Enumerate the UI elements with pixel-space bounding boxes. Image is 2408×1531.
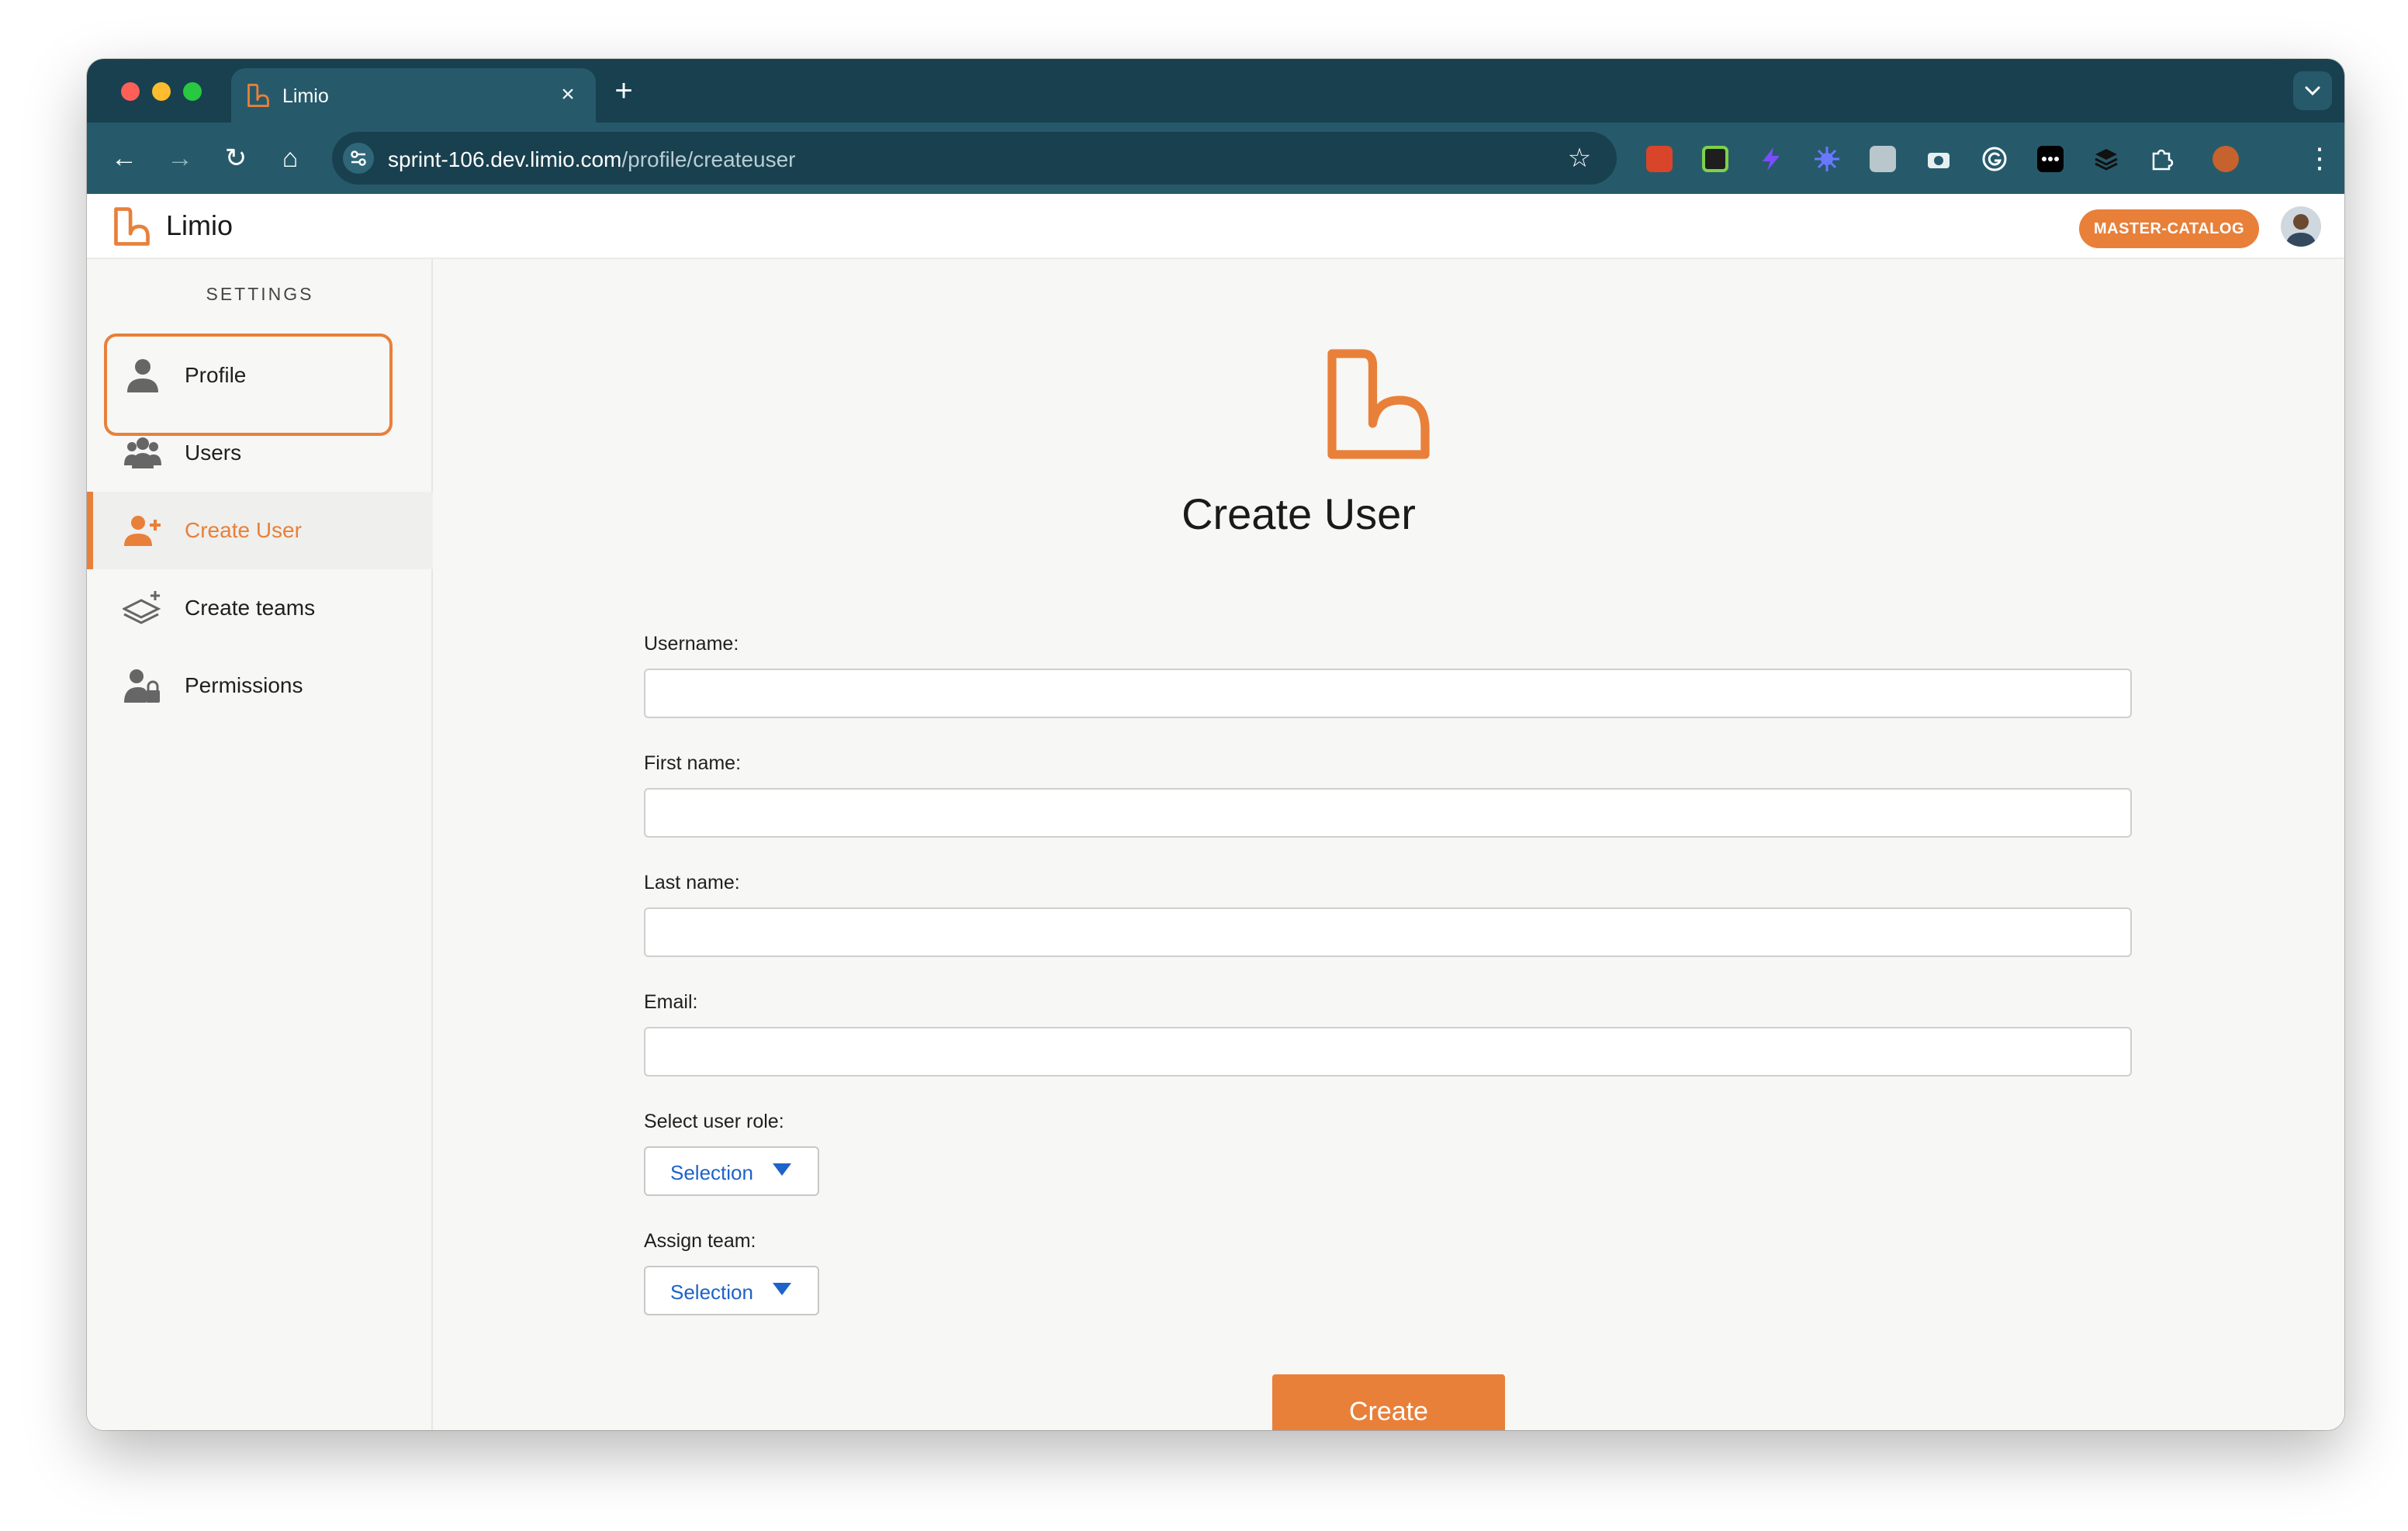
bookmark-star-icon[interactable]: ☆	[1564, 143, 1595, 174]
close-tab-icon[interactable]: ×	[554, 81, 582, 109]
sidebar-item-create-user[interactable]: Create User	[87, 492, 433, 569]
url-host: sprint-106.dev.limio.com	[388, 147, 622, 171]
address-bar[interactable]: sprint-106.dev.limio.com/profile/createu…	[332, 132, 1617, 185]
first-name-label: First name:	[644, 752, 742, 774]
sidebar-item-label: Permissions	[185, 673, 303, 697]
maximize-window-button[interactable]	[183, 82, 202, 101]
last-name-label: Last name:	[644, 872, 740, 893]
username-label: Username:	[644, 633, 739, 655]
assign-team-select[interactable]: Selection	[644, 1266, 819, 1315]
email-label: Email:	[644, 991, 698, 1013]
extension-camera-icon[interactable]	[1925, 146, 1952, 172]
tab-search-button[interactable]	[2293, 71, 2332, 110]
extension-grammarly-icon[interactable]	[1981, 146, 2008, 172]
tab-title: Limio	[282, 85, 329, 107]
create-button[interactable]: Create	[1272, 1374, 1505, 1430]
user-avatar[interactable]	[2281, 206, 2321, 247]
sidebar-item-create-teams[interactable]: Create teams	[87, 569, 433, 647]
browser-window: Limio × + ← → ↻ ⌂ sprint-106.dev.limio.c…	[87, 59, 2344, 1430]
assign-team-label: Assign team:	[644, 1230, 756, 1252]
limio-logo-icon[interactable]	[110, 205, 154, 248]
person-add-icon	[124, 516, 161, 546]
layers-add-icon	[123, 591, 161, 624]
active-item-highlight	[104, 334, 393, 436]
url-path: /profile/createuser	[621, 147, 796, 171]
extension-copy-icon[interactable]	[1870, 146, 1896, 172]
app-header: Limio MASTER-CATALOG	[87, 194, 2344, 259]
sidebar-item-label: Users	[185, 441, 242, 465]
caret-down-icon	[773, 1163, 791, 1176]
extension-red-icon[interactable]	[1646, 146, 1673, 172]
user-role-label: Select user role:	[644, 1111, 784, 1132]
sidebar-heading: SETTINGS	[206, 284, 314, 304]
settings-sidebar: SETTINGS Profile Users Create User Creat…	[87, 259, 433, 1430]
home-button[interactable]: ⌂	[273, 141, 307, 175]
extension-sparkle-icon[interactable]	[1814, 146, 1840, 172]
assign-team-value: Selection	[670, 1280, 753, 1304]
brand-name: Limio	[166, 209, 234, 241]
sidebar-item-permissions[interactable]: Permissions	[87, 647, 433, 724]
email-input[interactable]	[644, 1027, 2132, 1077]
back-button[interactable]: ←	[107, 141, 141, 175]
sidebar-item-label: Create teams	[185, 596, 316, 620]
limio-logo-icon	[1327, 349, 1430, 459]
first-name-input[interactable]	[644, 788, 2132, 838]
chevron-down-icon	[2305, 86, 2320, 96]
forward-button[interactable]: →	[163, 141, 197, 175]
user-role-value: Selection	[670, 1161, 753, 1184]
browser-profile-avatar[interactable]	[2213, 146, 2239, 172]
browser-menu-icon[interactable]: ⋮	[2306, 141, 2334, 175]
reload-button[interactable]: ↻	[219, 141, 253, 175]
new-tab-button[interactable]: +	[608, 75, 639, 107]
username-input[interactable]	[644, 669, 2132, 718]
url-text: sprint-106.dev.limio.com/profile/createu…	[388, 147, 795, 172]
extension-green-icon[interactable]	[1702, 146, 1728, 172]
browser-tab-strip: Limio × +	[87, 59, 2344, 123]
extension-stack-icon[interactable]	[2093, 146, 2119, 172]
page-title: Create User	[1182, 489, 1416, 538]
extension-bolt-icon[interactable]	[1758, 146, 1784, 172]
extensions-puzzle-icon[interactable]	[2149, 146, 2175, 172]
person-lock-icon	[124, 669, 160, 703]
user-role-select[interactable]: Selection	[644, 1146, 819, 1196]
extension-dots-icon[interactable]	[2037, 146, 2064, 172]
users-group-icon	[124, 437, 161, 468]
limio-logo-icon	[247, 83, 269, 108]
create-user-form: Create User Username: First name: Last n…	[433, 259, 2344, 1430]
last-name-input[interactable]	[644, 907, 2132, 957]
minimize-window-button[interactable]	[152, 82, 171, 101]
sidebar-item-label: Create User	[185, 518, 302, 542]
caret-down-icon	[773, 1283, 791, 1295]
browser-toolbar: ← → ↻ ⌂ sprint-106.dev.limio.com/profile…	[87, 123, 2344, 194]
site-info-icon[interactable]	[343, 143, 374, 174]
catalog-badge[interactable]: MASTER-CATALOG	[2079, 209, 2259, 248]
browser-tab[interactable]: Limio ×	[231, 68, 596, 123]
close-window-button[interactable]	[121, 82, 140, 101]
